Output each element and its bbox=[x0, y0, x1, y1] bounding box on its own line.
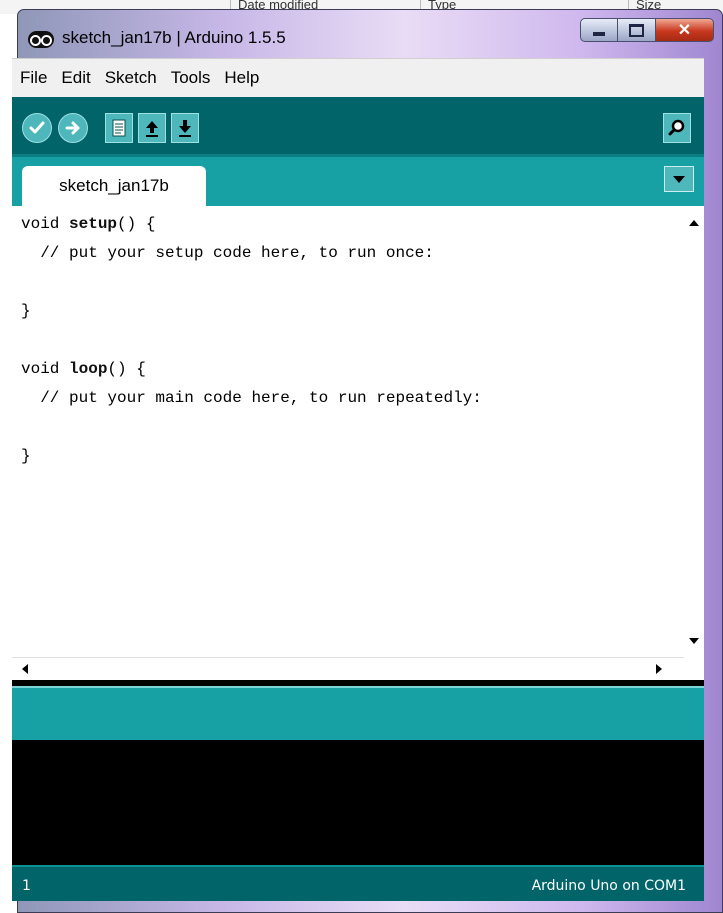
horizontal-scrollbar[interactable] bbox=[12, 657, 684, 680]
serial-monitor-button[interactable] bbox=[663, 113, 691, 143]
arrow-right-icon bbox=[65, 121, 80, 135]
minimize-icon bbox=[593, 32, 605, 36]
menu-edit[interactable]: Edit bbox=[54, 68, 97, 88]
code-text: void bbox=[21, 215, 70, 233]
chevron-down-icon bbox=[673, 176, 685, 183]
save-button[interactable] bbox=[171, 113, 199, 143]
tab-sketch[interactable]: sketch_jan17b bbox=[22, 166, 206, 206]
close-icon: ✕ bbox=[677, 22, 692, 39]
arrow-down-icon bbox=[179, 120, 191, 137]
code-text: } bbox=[21, 447, 31, 465]
code-line: // put your setup code here, to run once… bbox=[21, 239, 680, 268]
scroll-down-icon[interactable] bbox=[689, 638, 699, 644]
menu-sketch[interactable]: Sketch bbox=[98, 68, 164, 88]
scroll-up-icon[interactable] bbox=[689, 220, 699, 226]
minimize-button[interactable] bbox=[580, 18, 618, 42]
message-area bbox=[12, 686, 704, 740]
window-title: sketch_jan17b | Arduino 1.5.5 bbox=[62, 28, 286, 47]
code-text: () { bbox=[117, 215, 156, 233]
menu-bar: File Edit Sketch Tools Help bbox=[12, 58, 704, 97]
menu-help[interactable]: Help bbox=[217, 68, 266, 88]
code-line: // put your main code here, to run repea… bbox=[21, 384, 680, 413]
board-status: Arduino Uno on COM1 bbox=[531, 878, 686, 894]
arrow-up-icon bbox=[146, 121, 158, 137]
scroll-left-icon[interactable] bbox=[22, 664, 28, 674]
code-line: } bbox=[21, 442, 680, 471]
line-number: 1 bbox=[22, 878, 31, 894]
menu-file[interactable]: File bbox=[12, 68, 54, 88]
code-area[interactable]: void setup() { // put your setup code he… bbox=[21, 210, 680, 471]
close-button[interactable]: ✕ bbox=[656, 18, 714, 42]
upload-button[interactable] bbox=[58, 113, 88, 143]
code-keyword: setup bbox=[69, 215, 118, 233]
tab-bar: sketch_jan17b bbox=[12, 154, 704, 206]
code-text: } bbox=[21, 302, 31, 320]
code-text: // put your setup code here, to run once… bbox=[21, 244, 434, 262]
code-line: void loop() { bbox=[21, 355, 680, 384]
status-bar: 1 Arduino Uno on COM1 bbox=[12, 865, 704, 901]
window-controls: ✕ bbox=[580, 18, 714, 44]
menu-tools[interactable]: Tools bbox=[164, 68, 218, 88]
magnifier-icon bbox=[668, 119, 685, 136]
code-keyword: loop bbox=[69, 360, 108, 378]
checkmark-icon bbox=[29, 121, 45, 134]
console-output bbox=[12, 740, 704, 865]
toolbar bbox=[12, 97, 704, 154]
vertical-scrollbar[interactable] bbox=[684, 206, 704, 654]
verify-button[interactable] bbox=[22, 113, 52, 143]
arduino-logo-icon bbox=[28, 31, 54, 48]
maximize-button[interactable] bbox=[618, 18, 656, 42]
scroll-right-icon[interactable] bbox=[656, 664, 662, 674]
tab-menu-button[interactable] bbox=[664, 166, 694, 192]
maximize-icon bbox=[629, 23, 644, 37]
code-editor[interactable]: void setup() { // put your setup code he… bbox=[12, 206, 704, 680]
code-line: void setup() { bbox=[21, 210, 680, 239]
code-text: void bbox=[21, 360, 70, 378]
new-button[interactable] bbox=[105, 113, 133, 143]
code-text: // put your main code here, to run repea… bbox=[21, 389, 482, 407]
code-line: } bbox=[21, 297, 680, 326]
code-text: () { bbox=[107, 360, 146, 378]
open-button[interactable] bbox=[138, 113, 166, 143]
document-icon bbox=[112, 119, 126, 137]
